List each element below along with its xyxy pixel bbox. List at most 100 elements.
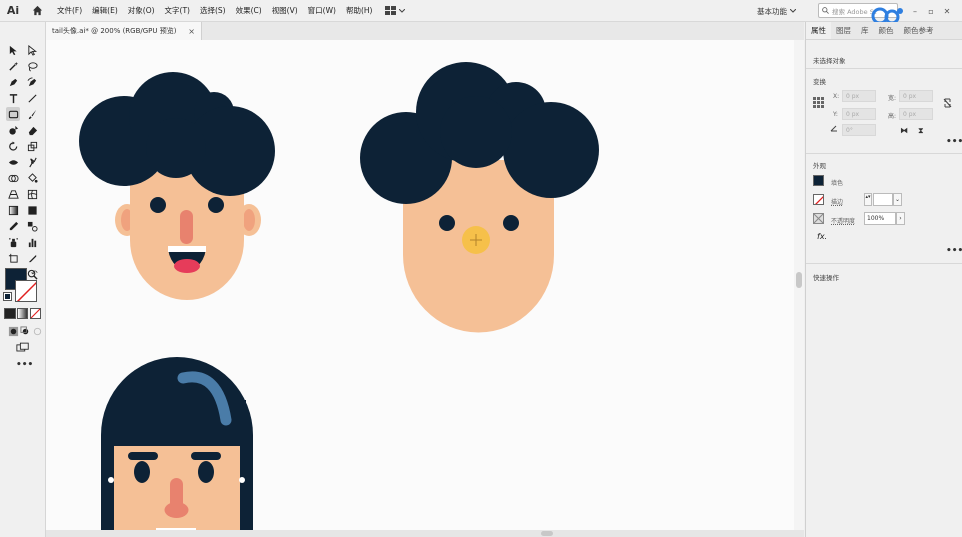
tab-libraries[interactable]: 库 [856, 22, 874, 39]
magic-wand-tool-icon[interactable] [6, 59, 20, 73]
appearance-title: 外观 [813, 162, 826, 170]
mesh-tool-icon[interactable] [25, 187, 39, 201]
none-mode-icon[interactable] [30, 308, 41, 319]
perspective-grid-tool-icon[interactable] [6, 187, 20, 201]
symbol-sprayer-tool-icon[interactable] [6, 235, 20, 249]
teeth-shape [168, 246, 206, 252]
flip-vertical-icon[interactable]: ⧗ [918, 126, 924, 136]
color-mode-icon[interactable] [4, 308, 16, 319]
swap-colors-icon[interactable]: ↶ [31, 269, 38, 278]
live-paint-bucket-icon[interactable] [25, 171, 39, 185]
opacity-field[interactable]: 100% [864, 212, 896, 225]
fx-button[interactable]: fx. [817, 232, 827, 241]
artboard-canvas[interactable] [46, 40, 804, 530]
home-icon[interactable] [28, 2, 46, 20]
opacity-arrow[interactable]: › [896, 212, 905, 225]
stroke-swatch[interactable] [813, 194, 824, 205]
gradient-tool-icon[interactable] [6, 203, 20, 217]
divider [806, 68, 962, 69]
right-eye-shape [503, 215, 519, 231]
maximize-icon[interactable]: ▫ [926, 6, 936, 16]
width-field[interactable]: 0 px [899, 90, 933, 102]
quick-actions-title: 快速操作 [813, 274, 839, 282]
type-tool-icon[interactable] [6, 91, 20, 105]
line-tool-icon[interactable] [25, 91, 39, 105]
stroke-label[interactable]: 描边 [831, 197, 843, 206]
transform-more-icon[interactable]: ••• [946, 137, 962, 147]
horizontal-scrollbar[interactable] [46, 530, 804, 537]
blend-tool-icon[interactable] [25, 219, 39, 233]
menu-help[interactable]: 帮助(H) [341, 0, 378, 22]
tab-properties[interactable]: 属性 [806, 22, 831, 39]
paintbrush-tool-icon[interactable] [25, 107, 39, 121]
menu-type[interactable]: 文字(T) [160, 0, 195, 22]
close-icon[interactable]: ✕ [942, 6, 952, 16]
eraser-tool-icon[interactable] [25, 123, 39, 137]
default-colors-icon[interactable] [3, 292, 12, 301]
scroll-thumb[interactable] [541, 531, 553, 536]
right-eye-shape [208, 197, 224, 213]
angle-icon [830, 124, 838, 132]
stroke-color-swatch[interactable] [15, 280, 37, 302]
eyedropper-tool-icon[interactable] [6, 219, 20, 233]
stroke-weight-dropdown[interactable]: ⌄ [893, 193, 902, 206]
artboard-tool-icon[interactable] [6, 251, 20, 265]
fill-swatch[interactable] [813, 175, 824, 186]
shape-builder-tool-icon[interactable] [6, 171, 20, 185]
rotate-field[interactable]: 0° [842, 124, 876, 136]
selection-tool-icon[interactable] [6, 43, 20, 57]
menu-edit[interactable]: 编辑(E) [87, 0, 123, 22]
document-tab[interactable]: tail头像.ai* @ 200% (RGB/GPU 预览) × [46, 22, 202, 40]
curvature-tool-icon[interactable] [25, 75, 39, 89]
width-label: 宽: [888, 95, 897, 102]
tools-panel: ↶ ••• [0, 22, 46, 537]
workspace-switcher[interactable]: 基本功能 [757, 3, 796, 19]
shape-mode-icon[interactable] [25, 203, 39, 217]
grid-layout-icon [385, 6, 397, 15]
x-field[interactable]: 0 px [842, 90, 876, 102]
artwork [79, 62, 599, 530]
stroke-stepper[interactable]: ▴▾ [864, 193, 872, 206]
gradient-mode-icon[interactable] [17, 308, 28, 319]
edit-toolbar-icon[interactable]: ••• [16, 360, 33, 370]
tab-layers[interactable]: 图层 [831, 22, 856, 39]
opacity-label[interactable]: 不透明度 [831, 216, 855, 225]
menu-object[interactable]: 对象(O) [123, 0, 160, 22]
lasso-tool-icon[interactable] [25, 59, 39, 73]
shaper-tool-icon[interactable] [6, 123, 20, 137]
rectangle-tool-icon[interactable] [6, 107, 20, 121]
menu-view[interactable]: 视图(V) [267, 0, 303, 22]
menu-select[interactable]: 选择(S) [195, 0, 231, 22]
window-controls: – ▫ ✕ [910, 0, 952, 22]
scroll-thumb[interactable] [796, 272, 802, 288]
column-graph-tool-icon[interactable] [25, 235, 39, 249]
draw-inside-icon[interactable] [30, 324, 44, 338]
tab-color-guide[interactable]: 颜色参考 [899, 22, 939, 39]
close-tab-icon[interactable]: × [188, 27, 195, 36]
reference-point-icon[interactable] [813, 97, 824, 108]
tab-color[interactable]: 颜色 [874, 22, 899, 39]
left-earring-shape [108, 477, 114, 483]
pen-tool-icon[interactable] [6, 75, 20, 89]
arrange-documents-button[interactable] [385, 6, 406, 15]
height-field[interactable]: 0 px [899, 108, 933, 120]
width-tool-icon[interactable] [6, 155, 20, 169]
constrain-proportions-icon[interactable] [943, 98, 952, 108]
rotate-tool-icon[interactable] [6, 139, 20, 153]
flip-horizontal-icon[interactable]: ⧓ [900, 126, 908, 135]
puppet-warp-tool-icon[interactable] [25, 155, 39, 169]
screen-mode-icon[interactable] [15, 340, 31, 354]
scale-tool-icon[interactable] [25, 139, 39, 153]
menu-window[interactable]: 窗口(W) [303, 0, 341, 22]
y-field[interactable]: 0 px [842, 108, 876, 120]
slice-tool-icon[interactable] [25, 251, 39, 265]
transform-title: 变换 [813, 78, 826, 86]
direct-selection-tool-icon[interactable] [25, 43, 39, 57]
menu-effect[interactable]: 效果(C) [231, 0, 267, 22]
appearance-more-icon[interactable]: ••• [946, 246, 962, 256]
stroke-weight-field[interactable] [873, 193, 893, 206]
vertical-scrollbar[interactable] [794, 40, 804, 530]
minimize-icon[interactable]: – [910, 6, 920, 16]
menu-file[interactable]: 文件(F) [52, 0, 87, 22]
document-title: tail头像.ai* @ 200% (RGB/GPU 预览) [52, 27, 177, 35]
